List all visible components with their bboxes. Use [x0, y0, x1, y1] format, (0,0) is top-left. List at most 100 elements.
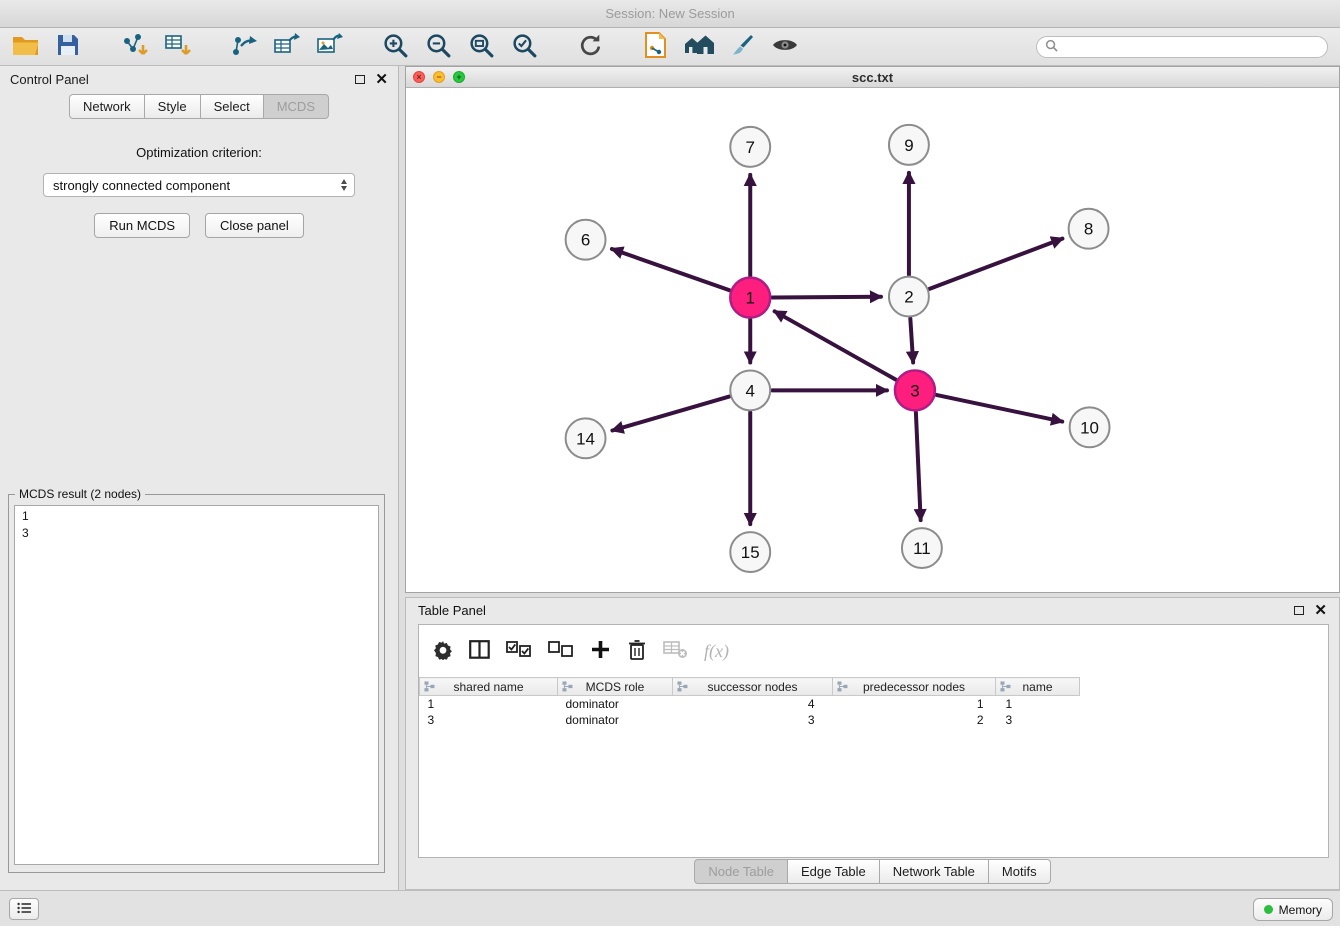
- export-image-button[interactable]: [314, 32, 344, 62]
- node-8[interactable]: 8: [1069, 209, 1109, 249]
- column-header-predecessor-nodes[interactable]: predecessor nodes: [833, 678, 996, 696]
- minimize-window-icon[interactable]: −: [433, 71, 445, 83]
- edge-3-1[interactable]: [775, 311, 896, 379]
- close-panel-icon[interactable]: ✕: [375, 72, 388, 87]
- column-header-successor-nodes[interactable]: successor nodes: [673, 678, 833, 696]
- edge-2-3[interactable]: [910, 318, 913, 362]
- tab-network[interactable]: Network: [69, 94, 145, 119]
- refresh-button[interactable]: [575, 32, 605, 62]
- style-brush-button[interactable]: [727, 32, 757, 62]
- import-table-button[interactable]: [162, 32, 192, 62]
- node-14[interactable]: 14: [566, 418, 606, 458]
- show-column-panel-button[interactable]: [469, 640, 490, 662]
- table-header-row: shared name MCDS role successor nodes pr…: [420, 678, 1080, 696]
- zoom-fit-button[interactable]: [466, 32, 496, 62]
- table-cell[interactable]: 3: [673, 712, 833, 728]
- mcds-result-title: MCDS result (2 nodes): [15, 487, 145, 501]
- search-field[interactable]: [1036, 36, 1328, 58]
- save-session-button[interactable]: [53, 32, 83, 62]
- tab-mcds[interactable]: MCDS: [264, 94, 329, 119]
- float-table-panel-icon[interactable]: [1294, 606, 1304, 615]
- table-row[interactable]: 1dominator411: [420, 696, 1080, 712]
- network-window-title: scc.txt: [406, 70, 1339, 85]
- edge-4-14[interactable]: [612, 397, 729, 431]
- copy-style-document-button[interactable]: [641, 32, 671, 62]
- tab-style[interactable]: Style: [145, 94, 201, 119]
- criterion-dropdown[interactable]: strongly connected component: [43, 173, 355, 197]
- table-cell[interactable]: dominator: [558, 696, 673, 712]
- network-canvas[interactable]: 7 9 6 8 1 2 4 3 14 10 15 11: [406, 88, 1339, 592]
- table-row[interactable]: 3dominator323: [420, 712, 1080, 728]
- edge-3-11[interactable]: [916, 412, 921, 520]
- export-network-button[interactable]: [228, 32, 258, 62]
- tab-edge-table[interactable]: Edge Table: [788, 859, 880, 884]
- deselect-all-button[interactable]: [548, 641, 574, 661]
- table-panel-tabs: Node Table Edge Table Network Table Moti…: [406, 859, 1339, 884]
- close-panel-button[interactable]: Close panel: [205, 213, 304, 238]
- edge-3-10[interactable]: [936, 395, 1062, 422]
- function-builder-button[interactable]: f(x): [704, 641, 729, 662]
- paintbrush-icon: [729, 32, 755, 61]
- network-graph[interactable]: 7 9 6 8 1 2 4 3 14 10 15 11: [406, 88, 1339, 592]
- tab-select[interactable]: Select: [201, 94, 264, 119]
- node-6[interactable]: 6: [566, 220, 606, 260]
- column-header-name[interactable]: name: [996, 678, 1080, 696]
- column-header-mcds-role[interactable]: MCDS role: [558, 678, 673, 696]
- table-cell[interactable]: 3: [420, 712, 558, 728]
- float-panel-icon[interactable]: [355, 75, 365, 84]
- column-header-shared-name[interactable]: shared name: [420, 678, 558, 696]
- node-10[interactable]: 10: [1070, 407, 1110, 447]
- node-7[interactable]: 7: [730, 127, 770, 167]
- node-2[interactable]: 2: [889, 277, 929, 317]
- maximize-window-icon[interactable]: +: [453, 71, 465, 83]
- add-column-button[interactable]: [590, 639, 611, 663]
- export-table-button[interactable]: [271, 32, 301, 62]
- node-4[interactable]: 4: [730, 370, 770, 410]
- edge-1-6[interactable]: [612, 249, 730, 290]
- hide-panels-button[interactable]: [684, 32, 714, 62]
- zoom-in-button[interactable]: [380, 32, 410, 62]
- tab-node-table[interactable]: Node Table: [694, 859, 788, 884]
- node-label: 1: [746, 289, 755, 308]
- table-cell[interactable]: 1: [833, 696, 996, 712]
- tab-motifs[interactable]: Motifs: [989, 859, 1051, 884]
- mcds-result-list[interactable]: 13: [14, 505, 379, 865]
- table-cell[interactable]: dominator: [558, 712, 673, 728]
- table-panel-header: Table Panel ✕: [406, 598, 1339, 623]
- node-9[interactable]: 9: [889, 125, 929, 165]
- delete-table-button[interactable]: [663, 640, 688, 662]
- delete-column-button[interactable]: [627, 639, 647, 664]
- network-window-titlebar[interactable]: scc.txt × − +: [406, 67, 1339, 88]
- node-table-body: 1dominator4113dominator323: [420, 696, 1080, 728]
- status-bar: Memory: [0, 890, 1340, 926]
- table-settings-button[interactable]: [433, 640, 453, 663]
- attribute-tree-icon: [1000, 681, 1011, 695]
- houses-icon: [684, 33, 715, 61]
- close-table-panel-icon[interactable]: ✕: [1314, 603, 1327, 618]
- memory-button[interactable]: Memory: [1253, 898, 1333, 921]
- table-cell[interactable]: 4: [673, 696, 833, 712]
- node-1[interactable]: 1: [730, 278, 770, 318]
- zoom-selected-button[interactable]: [509, 32, 539, 62]
- run-mcds-button[interactable]: Run MCDS: [94, 213, 190, 238]
- node-3[interactable]: 3: [895, 370, 935, 410]
- edge-2-8[interactable]: [929, 239, 1062, 289]
- node-15[interactable]: 15: [730, 532, 770, 572]
- table-cell[interactable]: 1: [420, 696, 558, 712]
- task-history-button[interactable]: [9, 898, 39, 920]
- table-cell[interactable]: 2: [833, 712, 996, 728]
- close-window-icon[interactable]: ×: [413, 71, 425, 83]
- table-cell[interactable]: 3: [996, 712, 1080, 728]
- select-all-button[interactable]: [506, 641, 532, 661]
- node-11[interactable]: 11: [902, 528, 942, 568]
- edge-1-2[interactable]: [772, 297, 881, 298]
- node-label: 7: [746, 138, 755, 157]
- search-input[interactable]: [1063, 40, 1319, 54]
- open-session-button[interactable]: [10, 32, 40, 62]
- import-network-button[interactable]: [119, 32, 149, 62]
- zoom-out-button[interactable]: [423, 32, 453, 62]
- tab-network-table[interactable]: Network Table: [880, 859, 989, 884]
- show-graphics-eye-button[interactable]: [770, 32, 800, 62]
- zoom-fit-icon: [468, 32, 495, 62]
- table-cell[interactable]: 1: [996, 696, 1080, 712]
